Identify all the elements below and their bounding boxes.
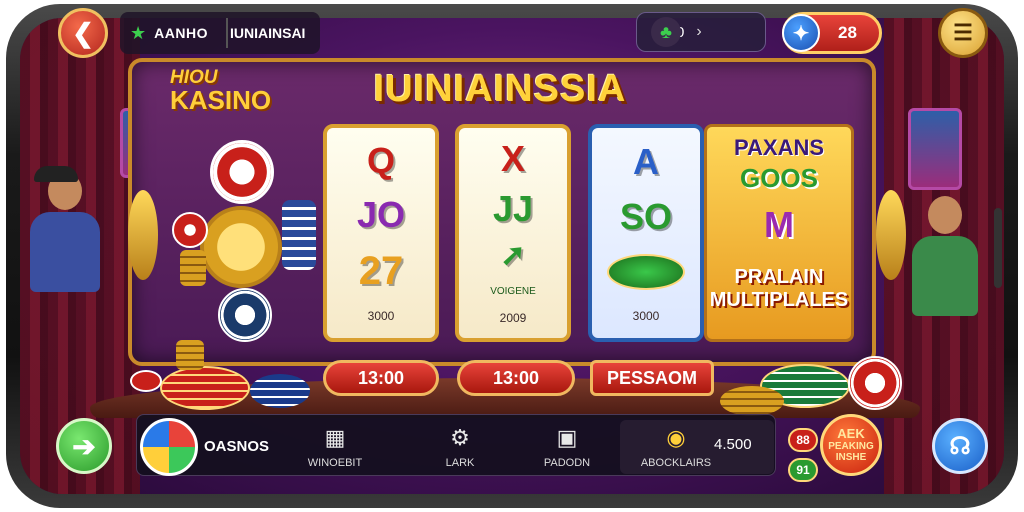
nav-label: ABOCKLAIRS	[640, 457, 712, 469]
game-subtitle: IUNIAINSAI	[230, 25, 306, 41]
red-chip-icon	[172, 212, 208, 248]
wallet-amount: 4.500	[714, 436, 752, 453]
promo-line-4: PRALAIN	[734, 266, 824, 288]
background-slot-machine-right	[908, 108, 962, 190]
reel-symbol: Q	[366, 140, 395, 181]
gold-coin-stack-icon	[176, 340, 204, 370]
spin-label-3: INSHE	[835, 452, 867, 464]
promo-line-2: GOOS	[739, 163, 818, 193]
level-number: 28	[838, 23, 857, 42]
reel-2: X JJ ➚ VOIGENE 2009	[455, 124, 571, 342]
gold-coin-stack-icon	[180, 250, 206, 286]
reel-symbol: 27	[358, 249, 404, 293]
player-body	[30, 212, 100, 292]
shop-icon: ▣	[556, 425, 578, 450]
nav-item-winoebit[interactable]: ▦ WINOEBIT	[300, 420, 370, 474]
reel-value: 3000	[632, 308, 660, 323]
left-ornament	[128, 190, 158, 280]
bet-button-2[interactable]: 13:00	[457, 360, 575, 396]
navy-chip-icon	[218, 288, 272, 342]
bonus-badge-bottom[interactable]: 91	[788, 458, 818, 482]
clover-icon: ♣	[651, 17, 681, 47]
level-indicator[interactable]: ✦ 28	[782, 12, 882, 54]
red-chip-icon	[210, 140, 274, 204]
coin-balance[interactable]: 1080 ♣ ›	[636, 12, 766, 52]
game-banner: IUINIAINSSIA	[373, 68, 627, 110]
bonus-badge-top[interactable]: 88	[788, 428, 818, 452]
back-button[interactable]: ❮	[58, 8, 108, 58]
spin-action-button[interactable]: PESSAOM	[590, 360, 714, 396]
casino-brand-icon[interactable]	[140, 418, 198, 476]
reel-3: A SO 3000	[588, 124, 704, 342]
star-icon: ★	[130, 22, 147, 43]
red-chip-icon	[848, 356, 902, 410]
menu-icon: ☰	[953, 20, 973, 45]
arrow-left-icon: ➔	[72, 430, 96, 462]
side-button	[994, 208, 1002, 288]
reel-symbol: A	[633, 140, 659, 182]
casino-logo-text: HIOU KASINO	[170, 68, 271, 113]
green-coin-icon	[607, 253, 685, 290]
reel-value: 3000	[367, 309, 395, 323]
reel-1: Q JO 27 3000	[323, 124, 439, 342]
gold-coin-icon	[200, 206, 282, 288]
promo-line-5: MULTIPLALES	[709, 289, 849, 311]
logo-line-2: KASINO	[170, 85, 272, 115]
bet-button-1[interactable]: 13:00	[323, 360, 439, 396]
blue-chip-stack-icon	[250, 374, 310, 408]
promo-line-3: M	[764, 204, 794, 245]
player-body	[912, 236, 978, 316]
settings-icon: ⚙	[450, 425, 470, 450]
reel-symbol: JO	[356, 194, 406, 235]
gold-chip-stack-icon	[720, 386, 784, 416]
player-hat	[34, 166, 78, 182]
nav-item-lark[interactable]: ⚙ LARK	[425, 420, 495, 474]
red-chip-icon	[130, 370, 162, 392]
spin-label-2: PEAKING	[828, 441, 874, 453]
red-chip-stack-icon	[160, 366, 250, 410]
blue-chip-stack-icon	[282, 200, 316, 270]
calculator-icon: ▦	[324, 425, 346, 450]
back-button-bottom[interactable]: ➔	[56, 418, 112, 474]
promo-panel[interactable]: PAXANS GOOS M PRALAIN MULTIPLALES	[704, 124, 854, 342]
promo-line-1: PAXANS	[733, 135, 825, 160]
nav-label: LARK	[445, 457, 475, 469]
player-right	[912, 196, 978, 316]
trophy-icon: ◉	[666, 425, 686, 450]
reel-sub-label: VOIGENE	[490, 285, 536, 297]
reel-symbol: JJ	[492, 188, 534, 230]
game-title: AANHO	[154, 25, 208, 41]
player-head	[928, 196, 962, 234]
player-left	[30, 166, 100, 292]
nav-label: WINOEBIT	[307, 457, 363, 469]
menu-button[interactable]: ☰	[938, 8, 988, 58]
peaking-button[interactable]: AEK PEAKING INSHE	[820, 414, 882, 476]
right-ornament	[876, 190, 906, 280]
back-arrow-icon: ❮	[72, 17, 94, 48]
spin-label-1: AEK	[837, 425, 865, 441]
chevron-right-icon: ›	[696, 23, 702, 40]
nav-item-padodn[interactable]: ▣ PADODN	[532, 420, 602, 474]
nav-label: PADODN	[543, 457, 591, 469]
reel-value: 2009	[499, 310, 527, 325]
title-divider	[225, 18, 228, 48]
arrow-symbol-icon: ➚	[500, 239, 526, 273]
lightning-icon: ✦	[782, 14, 820, 52]
reel-symbol: X	[500, 138, 525, 180]
headphones-icon: ☊	[949, 432, 971, 460]
reel-symbol: SO	[619, 195, 672, 237]
nav-item-abocklairs[interactable]: ◉ ABOCKLAIRS	[636, 420, 716, 474]
support-button[interactable]: ☊	[932, 418, 988, 474]
casino-brand-name: OASNOS	[204, 438, 270, 455]
